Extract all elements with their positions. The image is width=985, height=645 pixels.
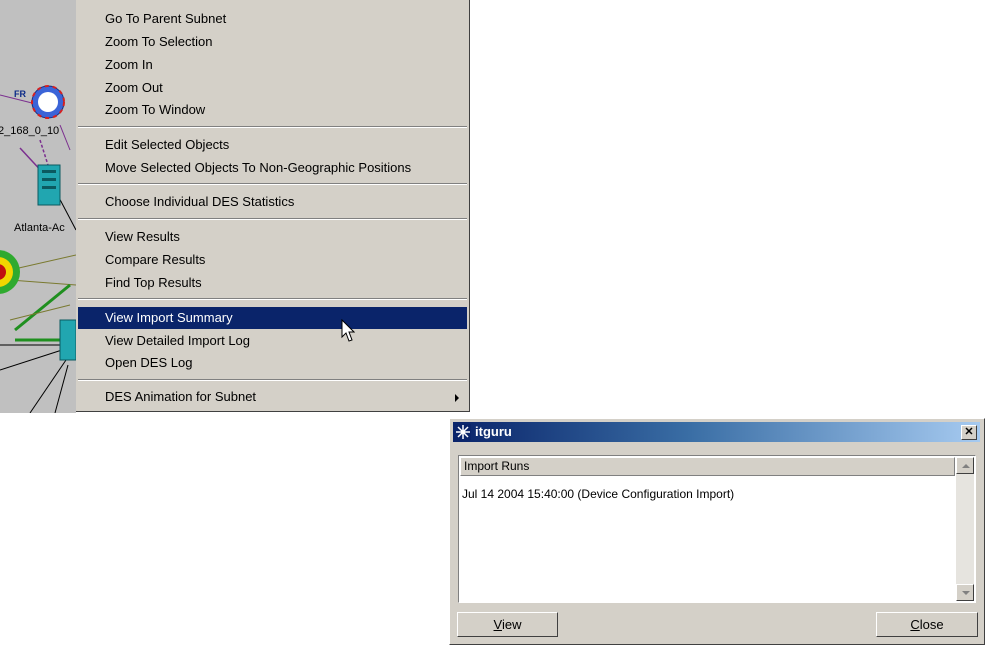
import-runs-list[interactable]: Import Runs Jul 14 2004 15:40:00 (Device… (458, 455, 976, 603)
list-item[interactable]: Jul 14 2004 15:40:00 (Device Configurati… (462, 487, 734, 501)
arrow-down-icon (962, 591, 970, 595)
menu-separator (78, 126, 467, 128)
menu-item-go-to-parent-subnet[interactable]: Go To Parent Subnet (78, 8, 467, 30)
menu-separator (78, 183, 467, 185)
close-button-label: lose (919, 617, 944, 632)
menu-item-des-animation-for-subnet[interactable]: DES Animation for Subnet (78, 386, 467, 408)
menu-item-zoom-out[interactable]: Zoom Out (78, 77, 467, 99)
fr-badge: FR (14, 89, 26, 99)
submenu-arrow-icon (455, 394, 459, 402)
node-label-subnet: 2_168_0_10 (0, 125, 60, 137)
menu-item-view-detailed-import-log[interactable]: View Detailed Import Log (78, 330, 467, 352)
dialog-titlebar[interactable]: itguru ✕ (453, 422, 980, 442)
menu-separator (78, 379, 467, 381)
arrow-up-icon (962, 464, 970, 468)
list-column-header[interactable]: Import Runs (460, 457, 955, 476)
menu-item-zoom-in[interactable]: Zoom In (78, 54, 467, 76)
close-button-mnemonic: C (910, 617, 920, 632)
vertical-scrollbar[interactable] (956, 457, 974, 601)
menu-separator (78, 218, 467, 220)
menu-item-find-top-results[interactable]: Find Top Results (78, 272, 467, 294)
close-icon[interactable]: ✕ (961, 425, 977, 440)
node-label-atlanta: Atlanta-Ac (14, 222, 65, 234)
menu-separator (78, 298, 467, 300)
view-button-label: iew (501, 617, 522, 632)
close-button[interactable]: Close (876, 612, 978, 637)
menu-item-view-import-summary[interactable]: View Import Summary (78, 307, 467, 329)
menu-item-move-selected-objects[interactable]: Move Selected Objects To Non-Geographic … (78, 157, 467, 179)
view-button[interactable]: View (457, 612, 558, 637)
menu-item-open-des-log[interactable]: Open DES Log (78, 352, 467, 374)
dialog-title: itguru (475, 424, 512, 439)
menu-item-compare-results[interactable]: Compare Results (78, 249, 467, 271)
menu-item-label: DES Animation for Subnet (105, 389, 257, 404)
menu-item-edit-selected-objects[interactable]: Edit Selected Objects (78, 134, 467, 156)
mouse-pointer-icon (341, 319, 355, 342)
network-canvas[interactable]: FR 2_168_0_10 Atlanta-Ac (0, 0, 76, 413)
scroll-down-button[interactable] (956, 584, 974, 601)
network-links (0, 85, 76, 413)
app-icon (455, 424, 471, 440)
menu-item-choose-des-statistics[interactable]: Choose Individual DES Statistics (78, 191, 467, 213)
menu-item-view-results[interactable]: View Results (78, 226, 467, 248)
context-menu: Go To Parent Subnet Zoom To Selection Zo… (76, 0, 470, 412)
menu-item-zoom-to-selection[interactable]: Zoom To Selection (78, 31, 467, 53)
menu-item-zoom-to-window[interactable]: Zoom To Window (78, 99, 467, 121)
scroll-up-button[interactable] (956, 457, 974, 474)
import-summary-dialog: itguru ✕ Import Runs Jul 14 2004 15:40:0… (449, 418, 985, 645)
view-button-mnemonic: V (493, 617, 502, 632)
